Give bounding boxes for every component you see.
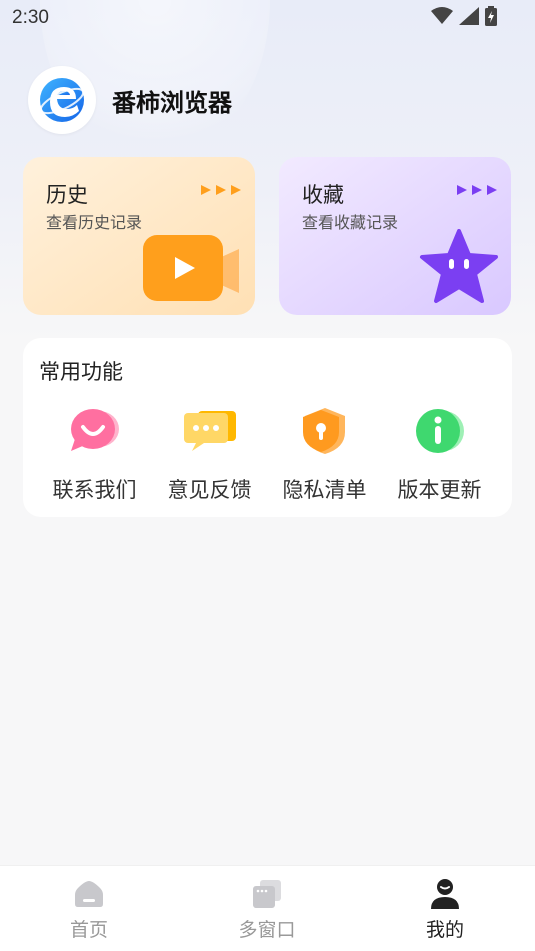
history-card[interactable]: 历史 查看历史记录	[23, 157, 255, 315]
contact-us-button[interactable]: 联系我们	[37, 404, 152, 504]
star-icon	[420, 229, 498, 303]
profile-header: 番柿浏览器	[28, 66, 232, 134]
bottom-tab-bar: 首页 多窗口 我的	[0, 865, 535, 951]
wifi-icon	[431, 7, 453, 24]
tab-mine[interactable]: 我的	[356, 866, 534, 951]
tab-home-label: 首页	[69, 919, 108, 941]
tab-mine-label: 我的	[425, 919, 464, 941]
contact-us-label: 联系我们	[52, 478, 137, 502]
functions-title: 常用功能	[39, 360, 123, 384]
profile-icon	[429, 878, 461, 910]
info-icon	[412, 404, 468, 458]
app-name: 番柿浏览器	[112, 88, 232, 117]
chat-bubble-icon	[67, 404, 123, 458]
arrows-icon	[457, 185, 497, 195]
version-update-button[interactable]: 版本更新	[382, 404, 497, 504]
signal-icon	[459, 7, 479, 25]
video-camera-icon	[143, 235, 239, 301]
favorites-card[interactable]: 收藏 查看收藏记录	[279, 157, 511, 315]
windows-icon	[251, 878, 283, 910]
privacy-shield-icon	[297, 404, 353, 458]
home-icon	[73, 878, 105, 910]
tab-multi-window-label: 多窗口	[238, 919, 296, 941]
tab-home[interactable]: 首页	[0, 866, 178, 951]
tab-multi-window[interactable]: 多窗口	[178, 866, 356, 951]
feedback-label: 意见反馈	[167, 478, 252, 502]
version-update-label: 版本更新	[397, 478, 482, 502]
browser-logo-icon	[39, 78, 85, 122]
feedback-button[interactable]: 意见反馈	[152, 404, 267, 504]
favorites-title: 收藏	[302, 183, 344, 207]
status-time: 2:30	[12, 7, 49, 28]
app-logo	[28, 66, 96, 134]
arrows-icon	[201, 185, 241, 195]
feedback-message-icon	[182, 404, 238, 458]
battery-icon	[485, 6, 497, 26]
privacy-list-button[interactable]: 隐私清单	[267, 404, 382, 504]
history-title: 历史	[46, 183, 88, 207]
favorites-subtitle: 查看收藏记录	[302, 213, 399, 232]
common-functions-panel: 常用功能 联系我们 意见反馈 隐私清单 版本更新	[23, 338, 512, 517]
status-bar: 2:30	[0, 0, 535, 38]
privacy-list-label: 隐私清单	[282, 478, 367, 502]
status-icons	[431, 6, 497, 26]
history-subtitle: 查看历史记录	[46, 213, 143, 232]
